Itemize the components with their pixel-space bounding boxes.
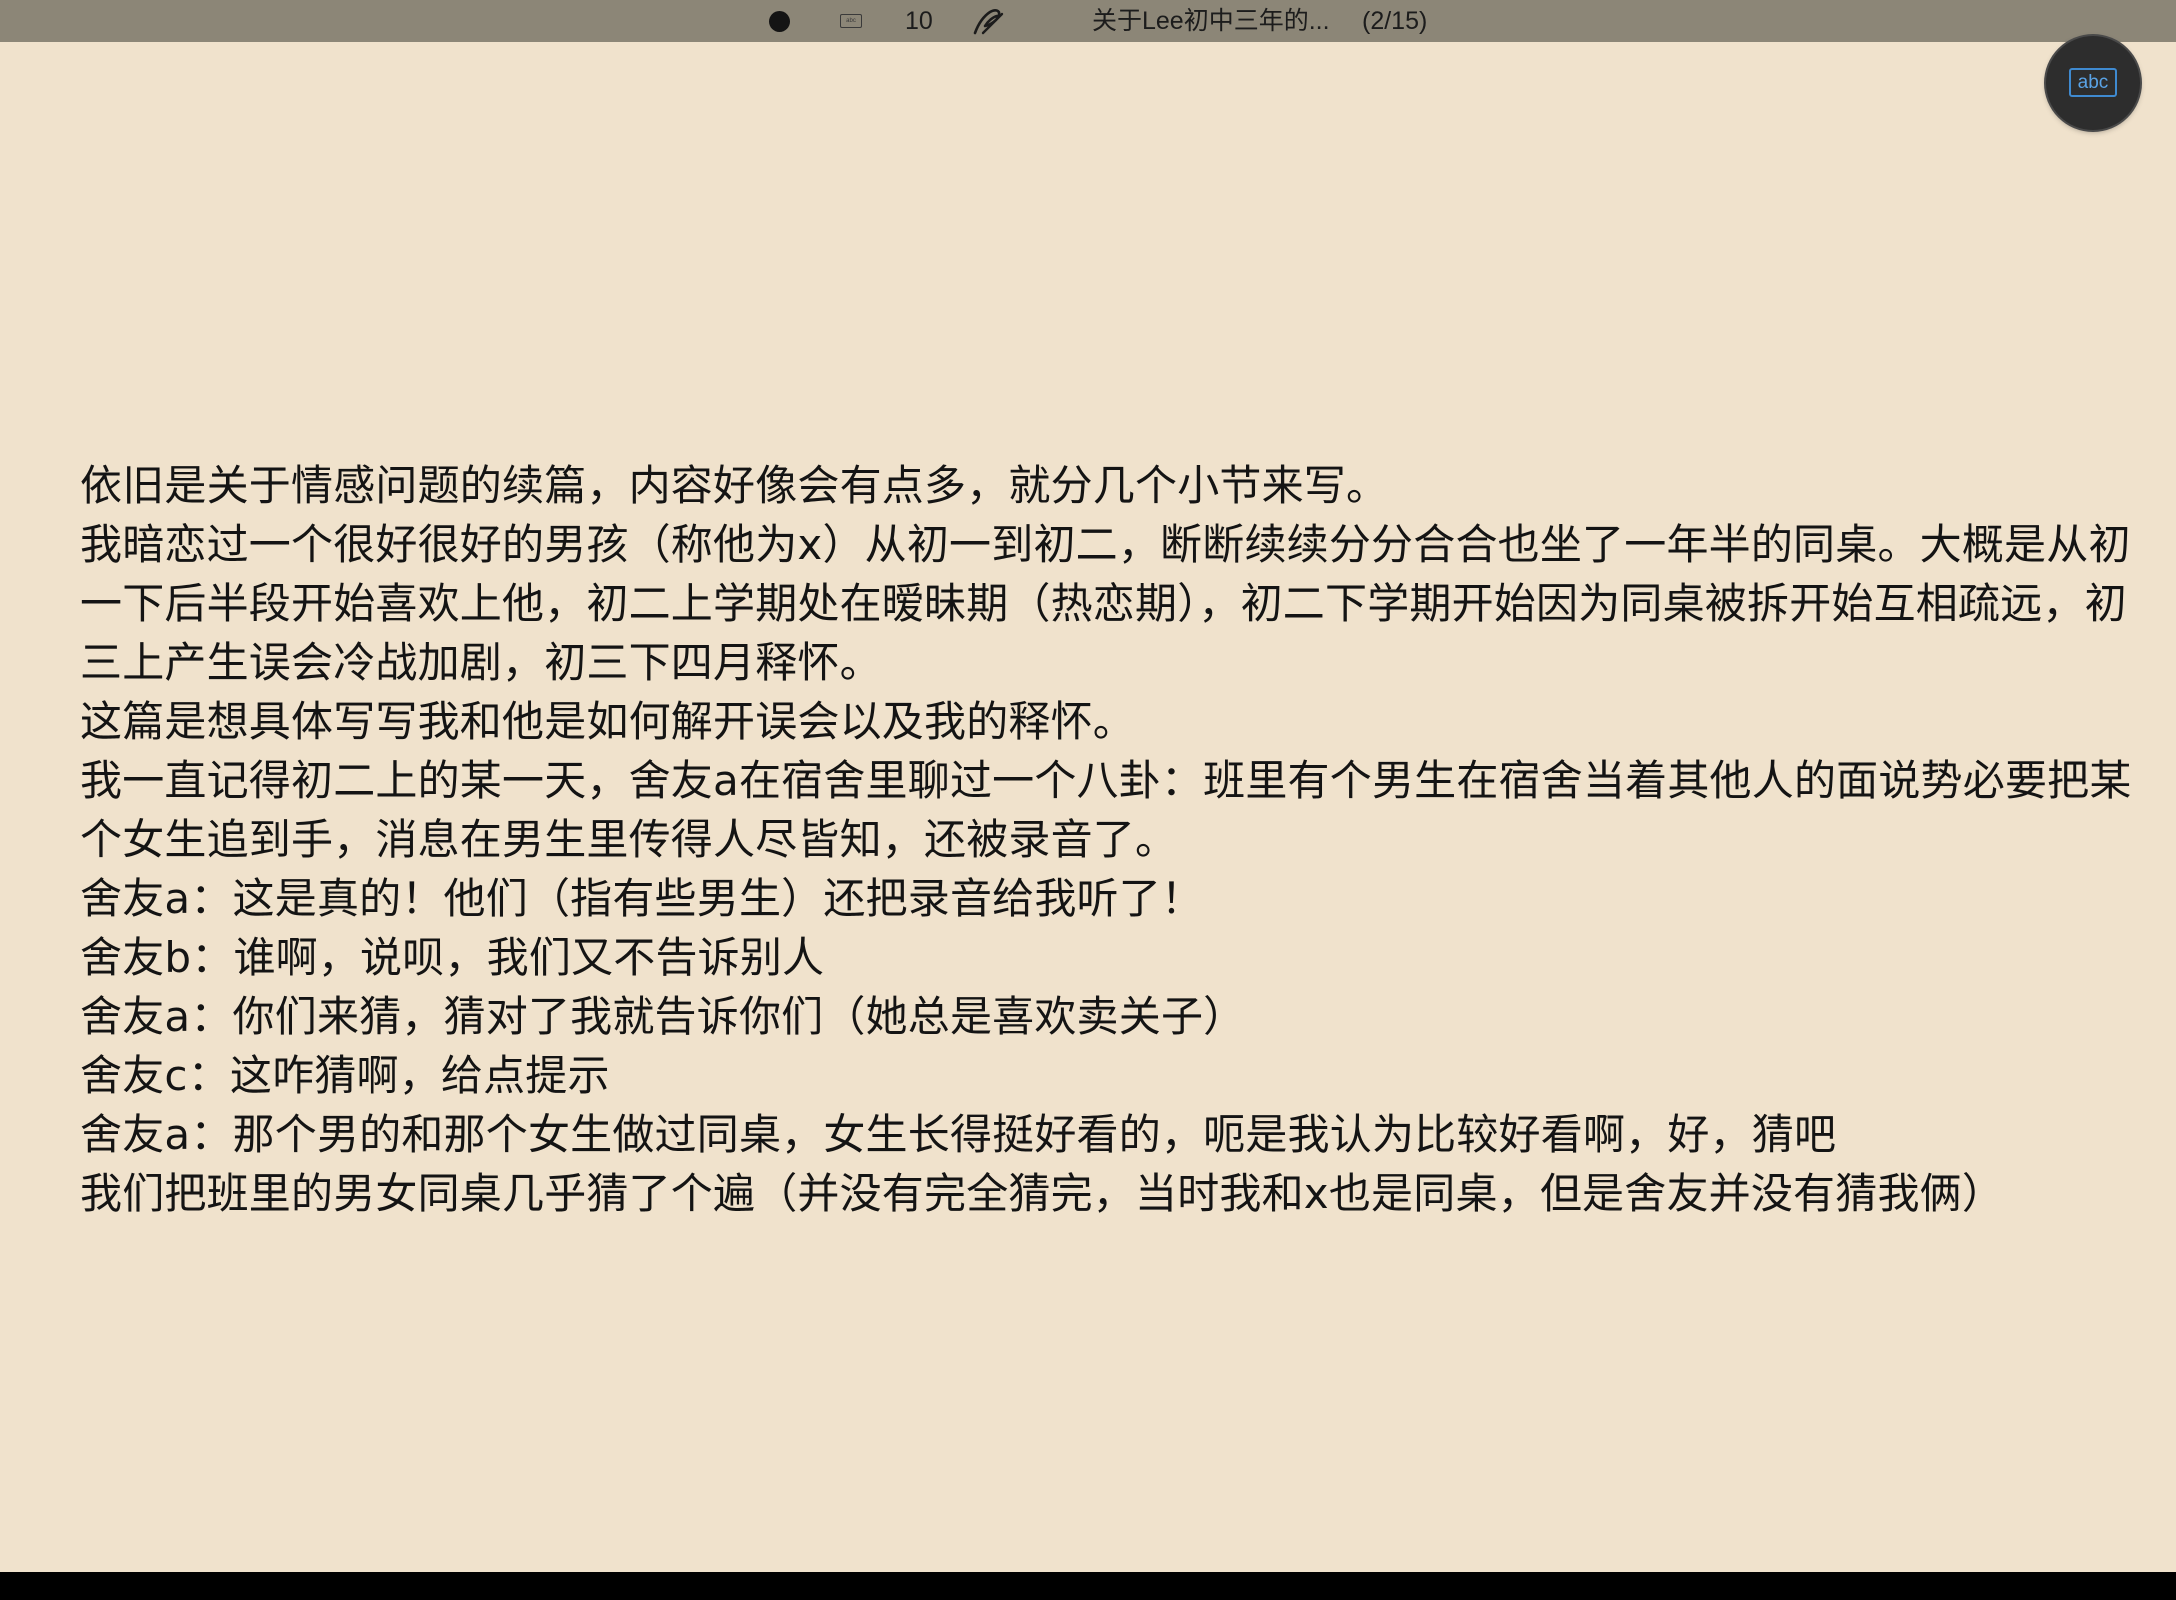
page-count: 10 [905,7,933,35]
pen-icon[interactable] [970,4,1006,38]
status-dot-icon [769,11,790,32]
keyboard-abc-button[interactable]: abc [2046,36,2140,130]
keyboard-icon[interactable]: abc [840,14,862,28]
page-indicator: (2/15) [1362,7,1428,35]
status-bar: abc 10 关于Lee初中三年的... (2/15) [0,0,2176,42]
content-paragraph: 舍友a：这是真的！他们（指有些男生）还把录音给我听了！ [80,874,1204,923]
content-paragraph: 我暗恋过一个很好很好的男孩（称他为x）从初一到初二，断断续续分分合合也坐了一年半… [80,520,2131,687]
content-paragraph: 依旧是关于情感问题的续篇，内容好像会有点多，就分几个小节来写。 [80,461,1389,510]
document-title: 关于Lee初中三年的... [1092,7,1330,35]
content-paragraph: 舍友a：你们来猜，猜对了我就告诉你们（她总是喜欢卖关子） [80,992,1246,1041]
content-paragraph: 这篇是想具体写写我和他是如何解开误会以及我的释怀。 [80,697,1136,746]
reader-screen: abc 10 关于Lee初中三年的... (2/15) abc 依旧是关于情感问… [0,0,2176,1572]
content-paragraph: 舍友a：那个男的和那个女生做过同桌，女生长得挺好看的，呃是我认为比较好看啊，好，… [80,1110,1837,1159]
content-paragraph: 舍友b：谁啊，说呗，我们又不告诉别人 [80,933,825,982]
content-paragraph: 我一直记得初二上的某一天，舍友a在宿舍里聊过一个八卦：班里有个男生在宿舍当着其他… [80,756,2132,864]
reading-content: 依旧是关于情感问题的续篇，内容好像会有点多，就分几个小节来写。我暗恋过一个很好很… [80,456,2140,1223]
keyboard-icon-label: abc [846,18,856,24]
keyboard-abc-label: abc [2077,72,2109,93]
content-paragraph: 舍友c：这咋猜啊，给点提示 [80,1051,610,1100]
content-paragraph: 我们把班里的男女同桌几乎猜了个遍（并没有完全猜完，当时我和x也是同桌，但是舍友并… [80,1169,2005,1218]
keyboard-abc-icon: abc [2069,68,2117,97]
